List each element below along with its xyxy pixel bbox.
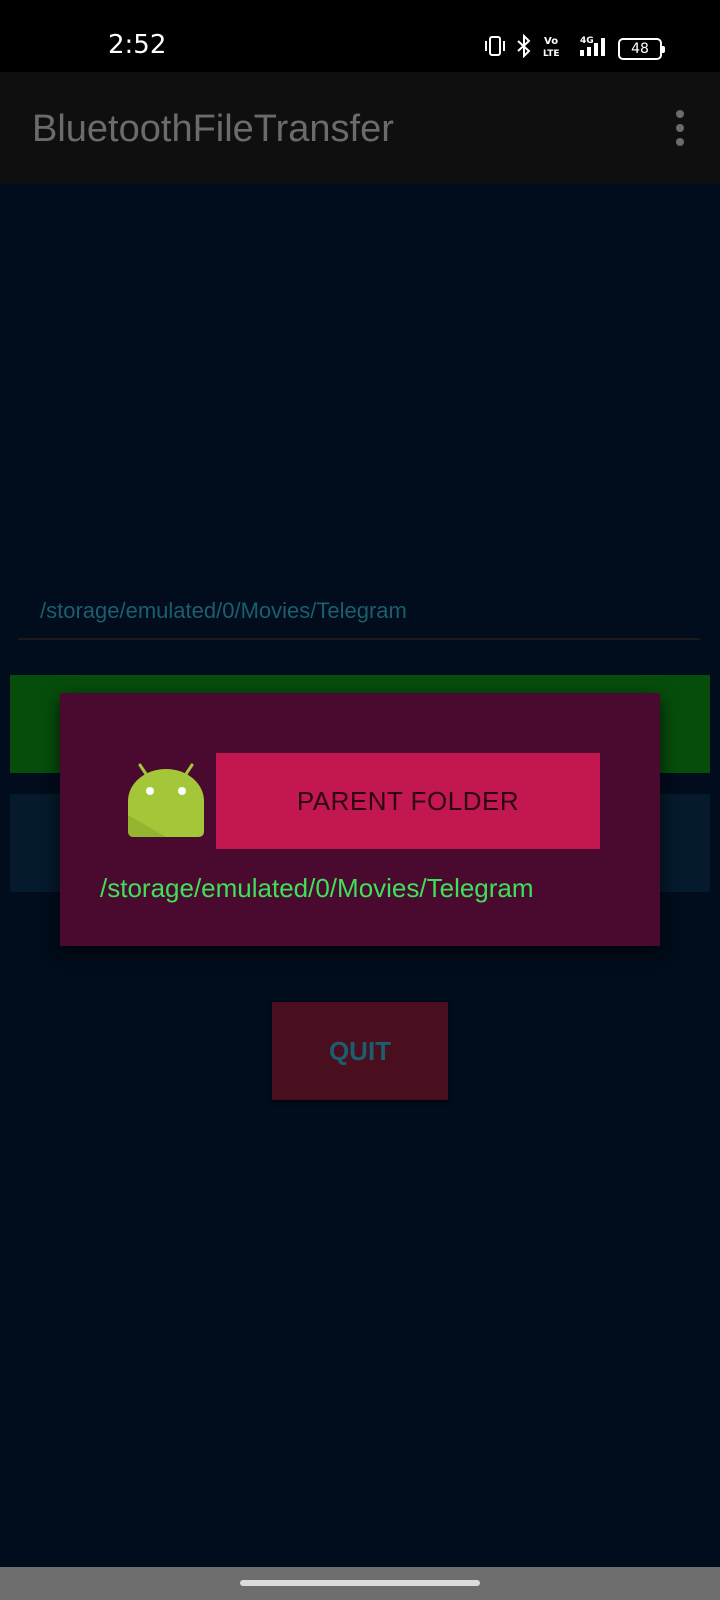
parent-folder-button[interactable]: PARENT FOLDER	[216, 753, 600, 849]
folder-dialog: PARENT FOLDER /storage/emulated/0/Movies…	[60, 693, 660, 946]
menu-dot	[676, 124, 684, 132]
volte-label-top: Vo	[544, 36, 558, 47]
app-bar: BluetoothFileTransfer	[0, 72, 720, 184]
volte-icon: Vo LTE	[542, 34, 564, 63]
bluetooth-icon	[516, 33, 532, 63]
menu-dot	[676, 138, 684, 146]
network-label: 4G	[580, 36, 594, 46]
android-robot-icon	[126, 759, 206, 839]
dialog-path-text: /storage/emulated/0/Movies/Telegram	[100, 873, 534, 903]
signal-4g-icon: 4G	[574, 34, 608, 63]
status-time: 2:52	[108, 30, 167, 60]
path-input-text: /storage/emulated/0/Movies/Telegram	[40, 598, 407, 623]
volte-label-bottom: LTE	[543, 49, 560, 58]
app-title: BluetoothFileTransfer	[32, 108, 394, 150]
battery-icon: 48	[618, 37, 665, 60]
path-input[interactable]: /storage/emulated/0/Movies/Telegram	[18, 582, 700, 640]
more-vert-icon[interactable]	[674, 110, 686, 146]
status-icons: Vo LTE 4G 48	[484, 33, 665, 63]
quit-button[interactable]: QUIT	[272, 1002, 448, 1100]
vibrate-icon	[484, 35, 506, 62]
screen: 2:52 Vo LTE 4G 48 BluetoothFileTransfer …	[0, 0, 720, 1600]
navigation-bar	[0, 1567, 720, 1600]
menu-dot	[676, 110, 684, 118]
battery-level: 48	[631, 40, 649, 57]
home-gesture-handle[interactable]	[240, 1580, 480, 1586]
status-bar: 2:52 Vo LTE 4G 48	[0, 0, 720, 72]
